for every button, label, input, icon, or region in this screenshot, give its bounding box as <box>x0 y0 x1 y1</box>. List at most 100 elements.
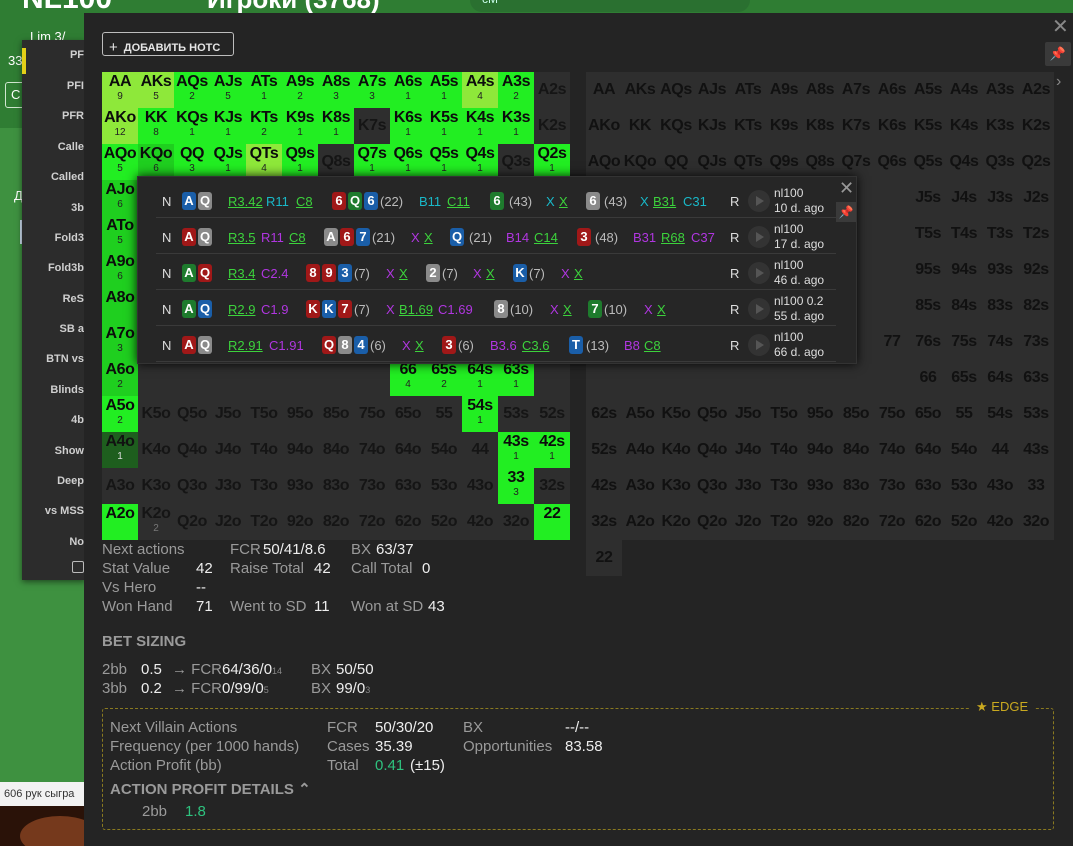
hand-cell[interactable] <box>210 360 246 396</box>
hand-cell[interactable]: Q7s <box>838 144 874 180</box>
hand-cell[interactable] <box>282 360 318 396</box>
hand-cell[interactable]: KQo <box>622 144 658 180</box>
hand-cell[interactable]: Q3s <box>498 144 534 180</box>
chart-icon[interactable] <box>72 561 84 573</box>
hand-cell[interactable]: KTs 2 <box>246 108 282 144</box>
hand-cell[interactable]: J2s <box>1018 180 1054 216</box>
hand-cell[interactable]: Q9s 1 <box>282 144 318 180</box>
hand-cell[interactable]: 42s <box>586 468 622 504</box>
hand-cell[interactable]: 66 <box>910 360 946 396</box>
hand-cell[interactable]: K2o <box>658 504 694 540</box>
hand-cell[interactable]: A6o 2 <box>102 360 138 396</box>
hand-cell[interactable]: T5o <box>246 396 282 432</box>
hand-cell[interactable]: A3o <box>622 468 658 504</box>
hand-cell[interactable]: Q5o <box>694 396 730 432</box>
hand-cell[interactable]: 75o <box>874 396 910 432</box>
hand-cell[interactable]: AJo 6 <box>102 180 138 216</box>
hand-cell[interactable] <box>838 360 874 396</box>
hand-cell[interactable]: QJs 1 <box>210 144 246 180</box>
side-panel-item[interactable]: Fold3 <box>55 232 84 244</box>
side-panel-item[interactable]: Fold3b <box>48 262 84 274</box>
hand-cell[interactable]: 54o <box>426 432 462 468</box>
hand-cell[interactable]: QQ 3 <box>174 144 210 180</box>
hand-cell[interactable]: 62s <box>586 396 622 432</box>
hand-cell[interactable]: QJs <box>694 144 730 180</box>
hand-cell[interactable]: Q5s 1 <box>426 144 462 180</box>
hand-cell[interactable]: 55 <box>946 396 982 432</box>
hand-cell[interactable]: A3s <box>982 72 1018 108</box>
side-panel-item[interactable]: Called <box>51 171 84 183</box>
hand-cell[interactable]: Q4s 1 <box>462 144 498 180</box>
hand-cell[interactable]: 64s 1 <box>462 360 498 396</box>
hand-cell[interactable]: 73s <box>1018 324 1054 360</box>
hand-cell[interactable]: J5s <box>910 180 946 216</box>
hand-cell[interactable]: 92o <box>282 504 318 540</box>
hand-cell[interactable]: Q5s <box>910 144 946 180</box>
hand-cell[interactable]: A3s 2 <box>498 72 534 108</box>
hand-cell[interactable]: A9s <box>766 72 802 108</box>
hand-cell[interactable]: ATo 5 <box>102 216 138 252</box>
hand-cell[interactable]: 43o <box>462 468 498 504</box>
hand-cell[interactable]: 54s <box>982 396 1018 432</box>
hand-cell[interactable]: A8s <box>802 72 838 108</box>
hand-history-row[interactable]: N A Q R3.5 R11 C8 A 6 7 (21) X X Q (21) B14 C14 3 (48) B31… <box>156 220 836 254</box>
hand-cell[interactable] <box>586 360 622 396</box>
side-panel-item[interactable]: PFR <box>62 110 84 122</box>
hand-cell[interactable]: 84o <box>318 432 354 468</box>
hand-cell[interactable]: A2o <box>622 504 658 540</box>
hand-cell[interactable]: 63o <box>390 468 426 504</box>
hand-cell[interactable]: Q2o <box>174 504 210 540</box>
hand-cell[interactable]: 76s <box>910 324 946 360</box>
play-icon[interactable] <box>748 334 770 356</box>
hand-cell[interactable]: A5s 1 <box>426 72 462 108</box>
side-panel-item[interactable]: PF <box>70 49 84 61</box>
hand-cell[interactable]: 65s <box>946 360 982 396</box>
hand-cell[interactable]: J2o <box>730 504 766 540</box>
hand-cell[interactable]: A4s 4 <box>462 72 498 108</box>
hand-cell[interactable]: K5s 1 <box>426 108 462 144</box>
hand-cell[interactable]: 22 <box>534 504 570 540</box>
hand-cell[interactable]: 33 3 <box>498 468 534 504</box>
hand-cell[interactable]: Q6s <box>874 144 910 180</box>
side-panel-item[interactable]: Calle <box>58 141 84 153</box>
hand-cell[interactable] <box>874 216 910 252</box>
hand-cell[interactable]: 53s <box>498 396 534 432</box>
hand-cell[interactable]: A7s <box>838 72 874 108</box>
hand-cell[interactable]: 95s <box>910 252 946 288</box>
hand-cell[interactable]: T5s <box>910 216 946 252</box>
hand-cell[interactable]: KQs 1 <box>174 108 210 144</box>
hand-cell[interactable]: ATs 1 <box>246 72 282 108</box>
pin-icon[interactable]: 📌 <box>1045 42 1071 66</box>
hand-cell[interactable]: A5o <box>622 396 658 432</box>
side-panel-item[interactable]: SB a <box>60 323 84 335</box>
hand-cell[interactable]: QTs <box>730 144 766 180</box>
hand-cell[interactable]: Q4o <box>694 432 730 468</box>
hand-cell[interactable] <box>138 360 174 396</box>
hand-cell[interactable]: K3s <box>982 108 1018 144</box>
hand-cell[interactable]: Q8s <box>318 144 354 180</box>
hand-cell[interactable]: K9s 1 <box>282 108 318 144</box>
hand-cell[interactable]: A8o <box>102 288 138 324</box>
hand-cell[interactable]: A2s <box>534 72 570 108</box>
hand-cell[interactable]: 53o <box>946 468 982 504</box>
hand-cell[interactable]: 93o <box>282 468 318 504</box>
hand-cell[interactable]: Q4s <box>946 144 982 180</box>
hand-cell[interactable]: K2s <box>1018 108 1054 144</box>
hand-cell[interactable]: K3o <box>658 468 694 504</box>
hand-cell[interactable]: K5s <box>910 108 946 144</box>
hand-cell[interactable]: 64o <box>910 432 946 468</box>
hand-cell[interactable]: AKo <box>586 108 622 144</box>
hand-cell[interactable] <box>354 360 390 396</box>
hand-cell[interactable]: K3s 1 <box>498 108 534 144</box>
hand-cell[interactable]: Q3o <box>694 468 730 504</box>
side-panel-item[interactable]: BTN vs <box>46 353 84 365</box>
hand-cell[interactable]: 32o <box>1018 504 1054 540</box>
hand-cell[interactable]: J5o <box>210 396 246 432</box>
hand-cell[interactable]: 63s <box>1018 360 1054 396</box>
hand-cell[interactable]: A9s 2 <box>282 72 318 108</box>
hand-cell[interactable]: K3o <box>138 468 174 504</box>
add-notes-button[interactable]: + ДОБАВИТЬ НОТС <box>102 32 234 56</box>
hand-cell[interactable]: Q2s <box>1018 144 1054 180</box>
hand-cell[interactable]: 65o <box>390 396 426 432</box>
hand-cell[interactable]: K2o 2 <box>138 504 174 540</box>
